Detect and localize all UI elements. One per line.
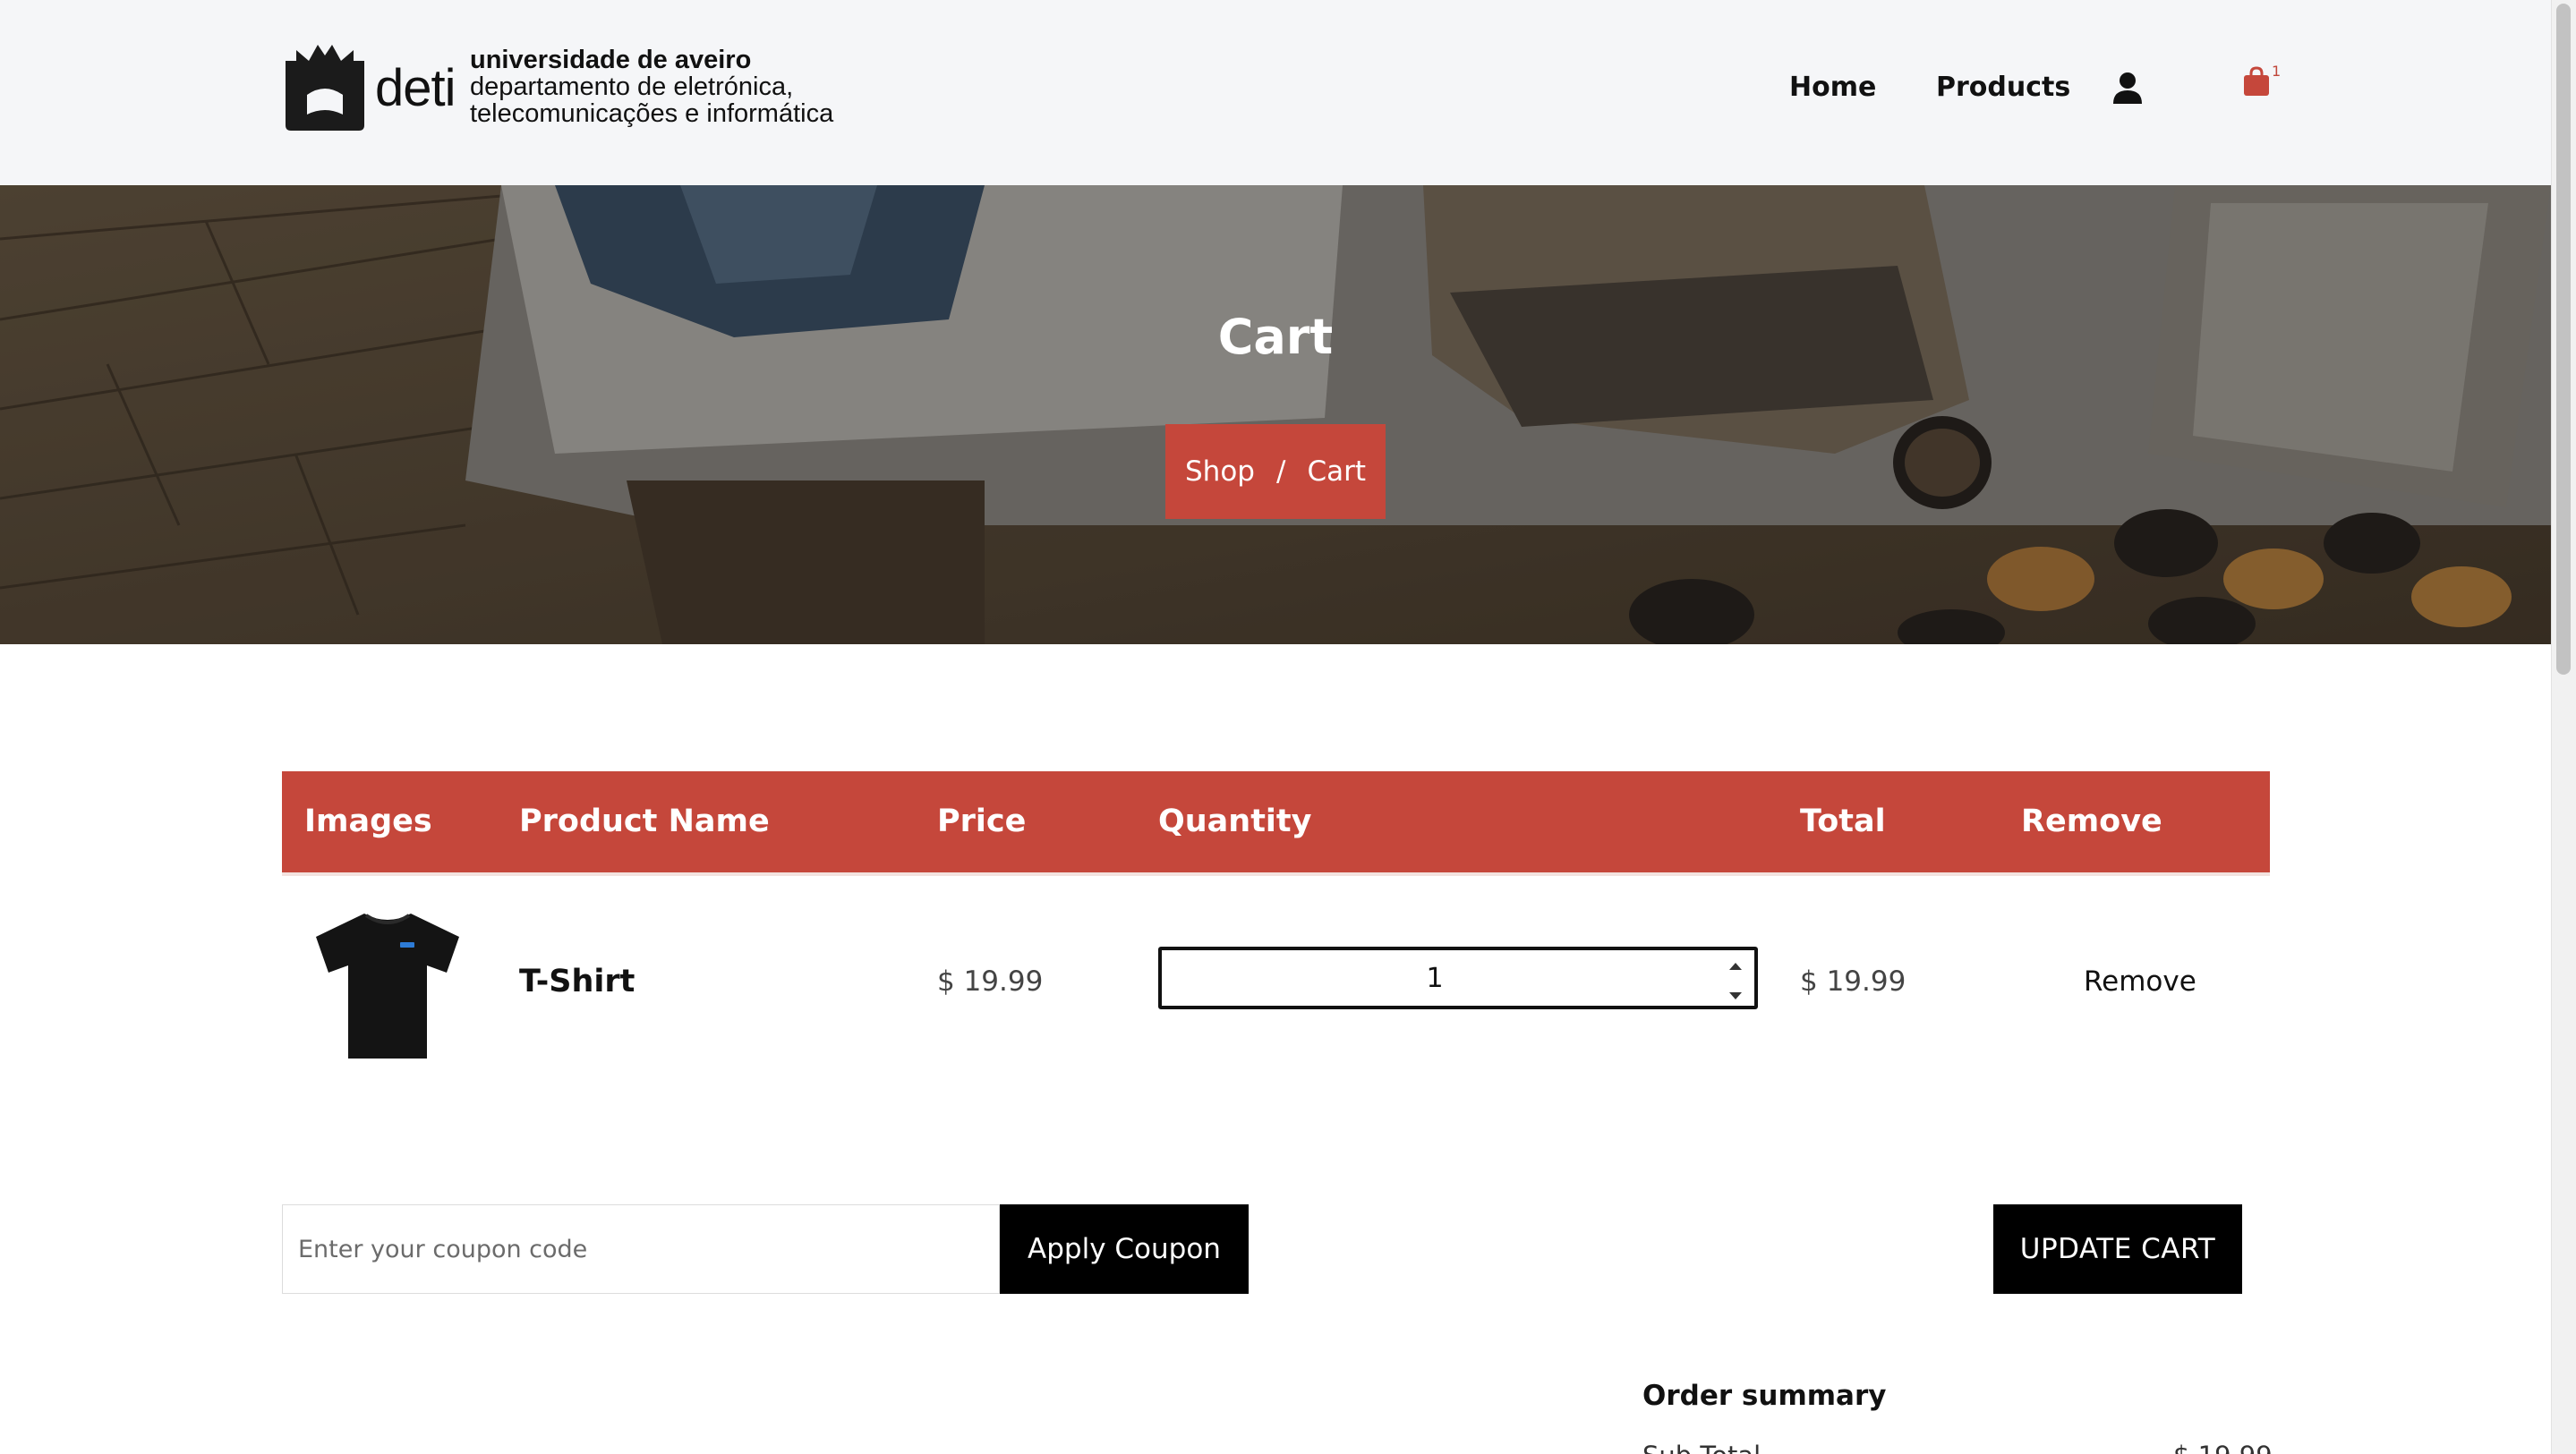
quantity-spinner: [1724, 956, 1747, 1000]
decrement-arrow-icon[interactable]: [1724, 992, 1747, 1015]
update-cart-button[interactable]: UPDATE CART: [1993, 1204, 2242, 1294]
logo-line-university: universidade de aveiro: [470, 46, 752, 74]
cart-count-badge: 1: [2272, 63, 2282, 80]
site-header: deti universidade de aveiro departamento…: [0, 0, 2551, 185]
subtotal-value: $ 19.99: [2173, 1441, 2273, 1454]
breadcrumb-current: Cart: [1307, 455, 1366, 488]
nav-home-link[interactable]: Home: [1789, 72, 1876, 103]
deti-logo[interactable]: deti universidade de aveiro departamento…: [282, 43, 837, 132]
logo-wordmark: deti: [375, 59, 456, 117]
product-image-tshirt[interactable]: [312, 910, 463, 1060]
logo-department-text: universidade de aveiro departamento de e…: [470, 47, 833, 127]
product-name[interactable]: T-Shirt: [519, 964, 635, 999]
nav-products-link[interactable]: Products: [1936, 72, 2070, 103]
cart-table: Images Product Name Price Quantity Total…: [282, 771, 2270, 1100]
page-hero-banner: Cart Shop / Cart: [0, 185, 2551, 644]
subtotal-label: Sub Total: [1642, 1441, 1761, 1454]
apply-coupon-button[interactable]: Apply Coupon: [1000, 1204, 1249, 1294]
product-price: $ 19.99: [937, 965, 1044, 998]
header-total: Total: [1800, 804, 1886, 839]
page-scrollbar-thumb[interactable]: [2556, 4, 2571, 675]
table-row: T-Shirt $ 19.99 $ 19.99 Remove: [282, 876, 2270, 1100]
coupon-field: [282, 1204, 1000, 1294]
header-product-name: Product Name: [519, 804, 770, 839]
shopping-bag-icon[interactable]: [2243, 66, 2270, 97]
logo-line-fields: telecomunicações e informática: [470, 99, 834, 128]
coupon-code-input[interactable]: [283, 1205, 999, 1293]
increment-arrow-icon[interactable]: [1724, 963, 1747, 985]
remove-item-button[interactable]: Remove: [2084, 965, 2196, 998]
header-price: Price: [937, 804, 1027, 839]
quantity-stepper: [1158, 947, 1758, 1009]
product-total: $ 19.99: [1800, 965, 1906, 998]
quantity-input[interactable]: [1162, 950, 1708, 1006]
order-summary-title: Order summary: [1642, 1380, 1887, 1412]
header-images: Images: [304, 804, 432, 839]
page-title: Cart: [1217, 309, 1334, 365]
breadcrumb-separator: /: [1275, 455, 1286, 488]
cart-table-header: Images Product Name Price Quantity Total…: [282, 771, 2270, 872]
header-quantity: Quantity: [1158, 804, 1312, 839]
ua-logo-icon: [286, 45, 364, 131]
breadcrumb: Shop / Cart: [1165, 424, 1386, 519]
logo-line-department: departamento de eletrónica,: [470, 72, 794, 101]
breadcrumb-shop-link[interactable]: Shop: [1185, 455, 1255, 488]
user-account-icon[interactable]: [2112, 72, 2143, 104]
hero-background-image: [0, 185, 2551, 644]
header-remove: Remove: [2021, 804, 2162, 839]
